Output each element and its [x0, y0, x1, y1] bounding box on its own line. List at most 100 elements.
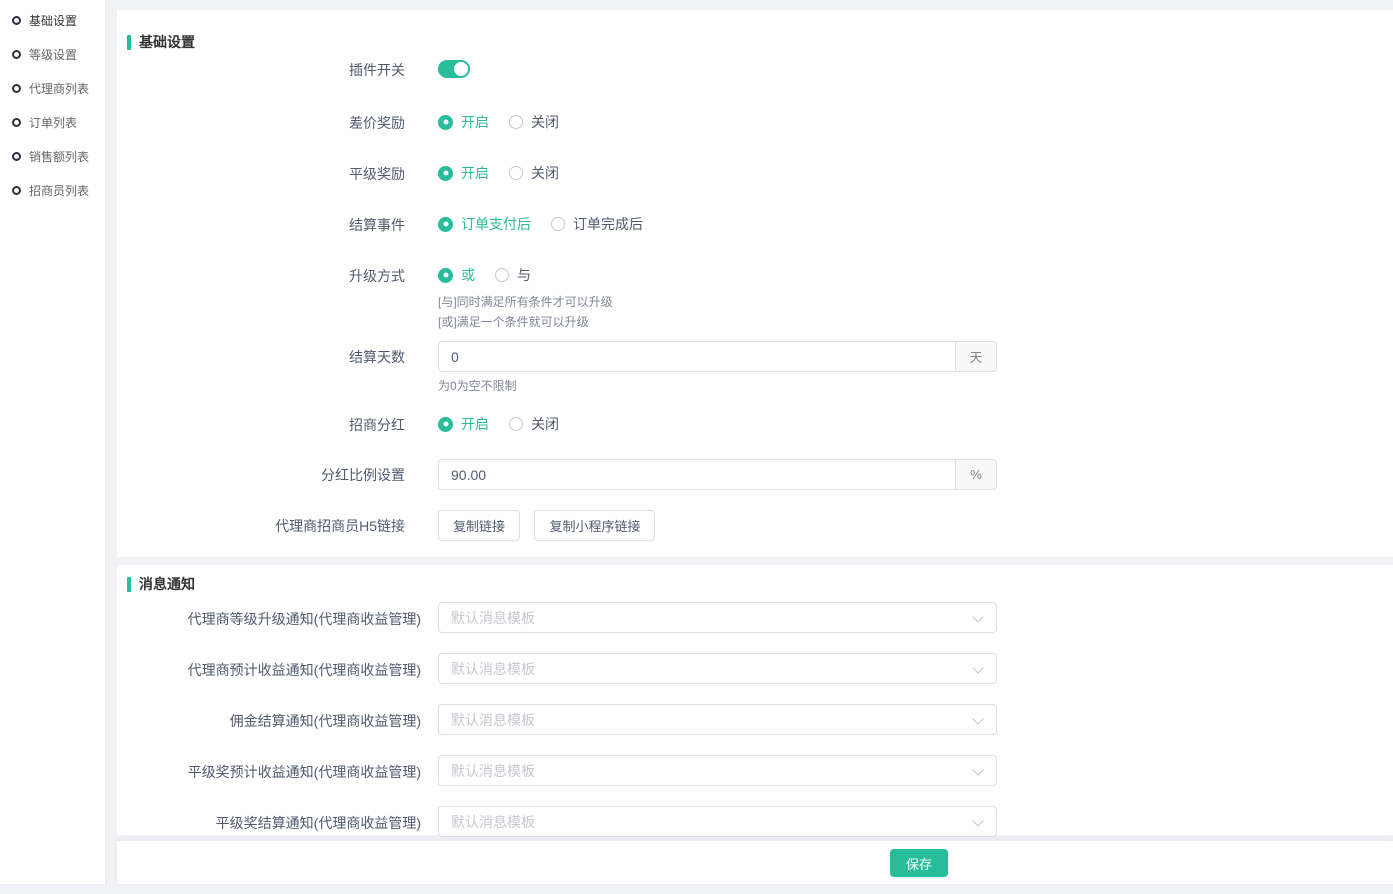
radio-checked-icon [438, 217, 453, 232]
radio-label: 或 [461, 265, 475, 285]
select-placeholder: 默认消息模板 [451, 659, 535, 679]
settle-event-completed-radio[interactable]: 订单完成后 [551, 214, 643, 234]
radio-label: 与 [517, 265, 531, 285]
select-placeholder: 默认消息模板 [451, 812, 535, 832]
circle-icon [12, 84, 21, 93]
sidebar-item-level-settings[interactable]: 等级设置 [0, 37, 105, 71]
section-title-text: 消息通知 [139, 574, 195, 594]
diff-reward-label: 差价奖励 [127, 113, 438, 132]
peer-reward-on-radio[interactable]: 开启 [438, 163, 489, 183]
toggle-knob [454, 62, 468, 76]
basic-settings-title: 基础设置 [127, 32, 1373, 52]
section-title-text: 基础设置 [139, 32, 195, 52]
invest-dividend-off-radio[interactable]: 关闭 [509, 414, 559, 434]
notify-expected-income-select[interactable]: 默认消息模板 [438, 653, 997, 684]
radio-unchecked-icon [495, 268, 509, 282]
invest-dividend-on-radio[interactable]: 开启 [438, 414, 489, 434]
circle-icon [12, 16, 21, 25]
sidebar-item-sales-list[interactable]: 销售额列表 [0, 139, 105, 173]
diff-reward-on-radio[interactable]: 开启 [438, 112, 489, 132]
copy-link-button[interactable]: 复制链接 [438, 510, 520, 541]
select-placeholder: 默认消息模板 [451, 608, 535, 628]
chevron-down-icon [972, 713, 983, 724]
basic-settings-card: 基础设置 插件开关 差价奖励 开启 关闭 [117, 10, 1393, 557]
radio-label: 关闭 [531, 414, 559, 434]
plugin-switch-toggle[interactable] [438, 60, 470, 78]
notify-peer-expected-select[interactable]: 默认消息模板 [438, 755, 997, 786]
radio-label: 开启 [461, 112, 489, 132]
sidebar-item-label: 订单列表 [29, 114, 77, 131]
radio-unchecked-icon [509, 417, 523, 431]
circle-icon [12, 50, 21, 59]
notify-peer-expected-label: 平级奖预计收益通知(代理商收益管理) [127, 755, 438, 781]
upgrade-mode-help-and: [与]同时满足所有条件才可以升级 [438, 295, 613, 309]
chevron-down-icon [972, 611, 983, 622]
radio-label: 关闭 [531, 112, 559, 132]
radio-label: 订单支付后 [461, 214, 531, 234]
plugin-switch-label: 插件开关 [127, 60, 438, 79]
upgrade-mode-and-radio[interactable]: 与 [495, 265, 531, 285]
upgrade-mode-label: 升级方式 [127, 266, 438, 285]
dividend-ratio-input[interactable] [438, 459, 955, 490]
chevron-down-icon [972, 764, 983, 775]
radio-checked-icon [438, 268, 453, 283]
notify-peer-settle-label: 平级奖结算通知(代理商收益管理) [127, 806, 438, 832]
chevron-down-icon [972, 815, 983, 826]
dividend-ratio-unit: % [955, 459, 997, 490]
message-notify-card: 消息通知 代理商等级升级通知(代理商收益管理) 默认消息模板 代理商预计收益通知… [117, 565, 1393, 835]
radio-label: 开启 [461, 414, 489, 434]
settle-days-help: 为0为空不限制 [438, 379, 997, 393]
sidebar-item-agent-list[interactable]: 代理商列表 [0, 71, 105, 105]
settle-event-label: 结算事件 [127, 215, 438, 234]
upgrade-mode-or-radio[interactable]: 或 [438, 265, 475, 285]
upgrade-mode-help-or: [或]满足一个条件就可以升级 [438, 315, 613, 329]
message-notify-title: 消息通知 [127, 574, 1373, 594]
dividend-ratio-label: 分红比例设置 [127, 459, 438, 484]
sidebar-item-label: 代理商列表 [29, 80, 89, 97]
sidebar-item-basic-settings[interactable]: 基础设置 [0, 3, 105, 37]
sidebar-item-recruiter-list[interactable]: 招商员列表 [0, 173, 105, 207]
peer-reward-off-radio[interactable]: 关闭 [509, 163, 559, 183]
select-placeholder: 默认消息模板 [451, 710, 535, 730]
sidebar: 基础设置 等级设置 代理商列表 订单列表 销售额列表 招商员列表 [0, 0, 106, 884]
radio-checked-icon [438, 115, 453, 130]
invest-dividend-label: 招商分红 [127, 415, 438, 434]
settle-days-input[interactable] [438, 341, 955, 372]
notify-expected-income-label: 代理商预计收益通知(代理商收益管理) [127, 653, 438, 679]
title-accent-bar [127, 35, 131, 50]
chevron-down-icon [972, 662, 983, 673]
radio-label: 订单完成后 [573, 214, 643, 234]
select-placeholder: 默认消息模板 [451, 761, 535, 781]
h5-link-label: 代理商招商员H5链接 [127, 510, 438, 535]
diff-reward-off-radio[interactable]: 关闭 [509, 112, 559, 132]
title-accent-bar [127, 577, 131, 592]
radio-label: 关闭 [531, 163, 559, 183]
radio-checked-icon [438, 417, 453, 432]
radio-unchecked-icon [551, 217, 565, 231]
copy-miniprogram-link-button[interactable]: 复制小程序链接 [534, 510, 655, 541]
radio-unchecked-icon [509, 115, 523, 129]
notify-level-upgrade-label: 代理商等级升级通知(代理商收益管理) [127, 602, 438, 628]
sidebar-item-label: 销售额列表 [29, 148, 89, 165]
sidebar-item-order-list[interactable]: 订单列表 [0, 105, 105, 139]
settle-days-label: 结算天数 [127, 341, 438, 366]
notify-commission-settle-select[interactable]: 默认消息模板 [438, 704, 997, 735]
notify-level-upgrade-select[interactable]: 默认消息模板 [438, 602, 997, 633]
save-button[interactable]: 保存 [890, 849, 948, 877]
notify-peer-settle-select[interactable]: 默认消息模板 [438, 806, 997, 837]
footer-bar: 保存 [117, 841, 1393, 884]
main-content: 基础设置 插件开关 差价奖励 开启 关闭 [117, 10, 1393, 884]
circle-icon [12, 186, 21, 195]
radio-label: 开启 [461, 163, 489, 183]
radio-checked-icon [438, 166, 453, 181]
settle-days-unit: 天 [955, 341, 997, 372]
notify-commission-settle-label: 佣金结算通知(代理商收益管理) [127, 704, 438, 730]
peer-reward-label: 平级奖励 [127, 164, 438, 183]
sidebar-item-label: 等级设置 [29, 46, 77, 63]
radio-unchecked-icon [509, 166, 523, 180]
sidebar-item-label: 基础设置 [29, 12, 77, 29]
settle-event-paid-radio[interactable]: 订单支付后 [438, 214, 531, 234]
circle-icon [12, 118, 21, 127]
circle-icon [12, 152, 21, 161]
sidebar-item-label: 招商员列表 [29, 182, 89, 199]
